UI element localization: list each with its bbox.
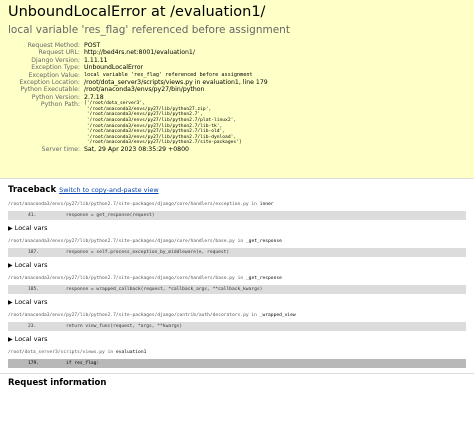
local-vars-toggle[interactable]: ▶ Local vars <box>8 224 466 233</box>
frame-code: response = wrapped_callback(request, *ca… <box>66 287 263 292</box>
frame-function: evaluation1 <box>115 350 147 355</box>
traceback-heading: Traceback Switch to copy-and-paste view <box>8 185 466 195</box>
frame-lineno: 179. <box>28 361 40 366</box>
local-vars-toggle[interactable]: ▶ Local vars <box>8 261 466 270</box>
meta-label: Exception Type: <box>31 64 80 72</box>
traceback-section: Traceback Switch to copy-and-paste view … <box>0 179 474 368</box>
frame-file-path: /root/anaconda3/envs/py27/lib/python2.7/… <box>8 276 235 281</box>
local-vars-label: Local vars <box>14 298 48 306</box>
meta-row: Python Path: ['/root/dota_server3', '/roo… <box>8 101 268 146</box>
meta-label: Django Version: <box>31 56 80 64</box>
traceback-frame: /root/dota_server3/scripts/views.py in e… <box>8 349 466 368</box>
local-vars-toggle[interactable]: ▶ Local vars <box>8 298 466 307</box>
traceback-frame: /root/anaconda3/envs/py27/lib/python2.7/… <box>8 275 466 307</box>
meta-label: Server time: <box>41 146 80 153</box>
meta-row: Django Version: 1.11.11 <box>8 57 268 64</box>
meta-table: Request Method: POST Request URL: http://b… <box>8 42 268 153</box>
frame-context-line[interactable]: 41. response = get_response(request) <box>8 211 466 220</box>
meta-value: ['/root/dota_server3', '/root/anaconda3/… <box>84 101 268 146</box>
traceback-frame: /root/anaconda3/envs/py27/lib/python2.7/… <box>8 312 466 344</box>
frame-lineno: 185. <box>28 287 40 292</box>
meta-value: UnboundLocalError <box>84 64 144 72</box>
frame-code: response = get_response(request) <box>66 213 155 218</box>
frame-file: /root/anaconda3/envs/py27/lib/python2.7/… <box>8 275 466 282</box>
error-title: UnboundLocalError at /evaluation1/ <box>8 4 266 20</box>
frame-in: in <box>237 276 244 281</box>
triangle-right-icon: ▶ <box>8 336 13 343</box>
switch-copy-paste-link[interactable]: Switch to copy-and-paste view <box>59 186 159 194</box>
frame-file-path: /root/dota_server3/scripts/views.py <box>8 350 105 355</box>
triangle-right-icon: ▶ <box>8 225 13 232</box>
meta-label: Python Path: <box>40 101 80 109</box>
frame-code: if res_flag: <box>66 361 100 366</box>
frame-in: in <box>251 202 257 207</box>
request-information-section: Request information <box>0 373 474 392</box>
python-path-value: ['/root/dota_server3', '/root/anaconda3/… <box>84 101 242 146</box>
frame-file: /root/anaconda3/envs/py27/lib/python2.7/… <box>8 238 466 245</box>
frame-lineno: 23. <box>28 324 37 329</box>
frame-function: _wrapped_view <box>259 313 296 318</box>
triangle-right-icon: ▶ <box>8 262 13 269</box>
meta-label: Exception Location: <box>19 79 80 87</box>
local-vars-label: Local vars <box>14 224 48 232</box>
meta-value: http://bed4rs.net:8001/evaluation1/ <box>84 49 195 57</box>
meta-label: Exception Value: <box>28 71 81 79</box>
frame-file: /root/anaconda3/envs/py27/lib/python2.7/… <box>8 312 466 319</box>
frame-code: response = self.process_exception_by_mid… <box>66 250 230 255</box>
error-subtitle: local variable 'res_flag' referenced bef… <box>8 24 290 36</box>
frame-file-path: /root/anaconda3/envs/py27/lib/python2.7/… <box>8 202 249 207</box>
frame-in: in <box>251 313 257 318</box>
meta-value: /root/anaconda3/envs/py27/bin/python <box>84 86 205 94</box>
frame-lineno: 41. <box>28 213 37 218</box>
error-summary: UnboundLocalError at /evaluation1/ local… <box>0 0 474 179</box>
meta-label: Request Method: <box>27 42 80 49</box>
frame-function: inner <box>259 202 274 207</box>
meta-row: Request URL: http://bed4rs.net:8001/evalu… <box>8 49 268 56</box>
meta-label: Python Executable: <box>20 86 80 94</box>
frame-context-line[interactable]: 187. response = self.process_exception_by… <box>8 248 466 257</box>
meta-value: POST <box>84 42 101 49</box>
frame-file: /root/dota_server3/scripts/views.py in e… <box>8 349 466 356</box>
meta-label: Request URL: <box>38 49 80 57</box>
request-information-title: Request information <box>8 378 107 388</box>
frame-function: _get_response <box>245 239 282 244</box>
meta-row: Exception Location: /root/dota_server3/sc… <box>8 79 268 87</box>
traceback-frame: /root/anaconda3/envs/py27/lib/python2.7/… <box>8 201 466 233</box>
frame-context-line[interactable]: 185. response = wrapped_callback(request,… <box>8 285 466 294</box>
meta-label: Python Version: <box>31 93 80 101</box>
meta-row: Request Method: POST <box>8 42 268 49</box>
meta-value: Sat, 29 Apr 2023 08:35:29 +0800 <box>84 146 189 153</box>
meta-row: Server time: Sat, 29 Apr 2023 08:35:29 +0… <box>8 146 268 153</box>
meta-value: /root/dota_server3/scripts/views.py in e… <box>84 79 268 87</box>
frame-context-line[interactable]: 179. if res_flag: <box>8 359 466 368</box>
meta-value: 1.11.11 <box>84 56 108 64</box>
local-vars-label: Local vars <box>14 261 48 269</box>
frame-in: in <box>237 239 244 244</box>
local-vars-label: Local vars <box>14 335 48 343</box>
frame-in: in <box>107 350 114 355</box>
frame-lineno: 187. <box>28 250 40 255</box>
meta-value: local variable 'res_flag' referenced bef… <box>84 71 253 78</box>
meta-row: Python Executable: /root/anaconda3/envs/p… <box>8 86 268 93</box>
traceback-frame: /root/anaconda3/envs/py27/lib/python2.7/… <box>8 238 466 270</box>
frame-file-path: /root/anaconda3/envs/py27/lib/python2.7/… <box>8 313 249 318</box>
traceback-title: Traceback <box>8 185 57 195</box>
frame-context-line[interactable]: 23. return view_func(request, *args, **kw… <box>8 322 466 331</box>
meta-row: Exception Type: UnboundLocalError <box>8 64 268 71</box>
meta-row: Exception Value: local variable 'res_flag… <box>8 72 268 79</box>
frame-file-path: /root/anaconda3/envs/py27/lib/python2.7/… <box>8 239 235 244</box>
frame-file: /root/anaconda3/envs/py27/lib/python2.7/… <box>8 201 466 208</box>
frame-function: _get_response <box>245 276 282 281</box>
frame-code: return view_func(request, *args, **kwarg… <box>66 324 183 329</box>
local-vars-toggle[interactable]: ▶ Local vars <box>8 335 466 344</box>
triangle-right-icon: ▶ <box>8 299 13 306</box>
